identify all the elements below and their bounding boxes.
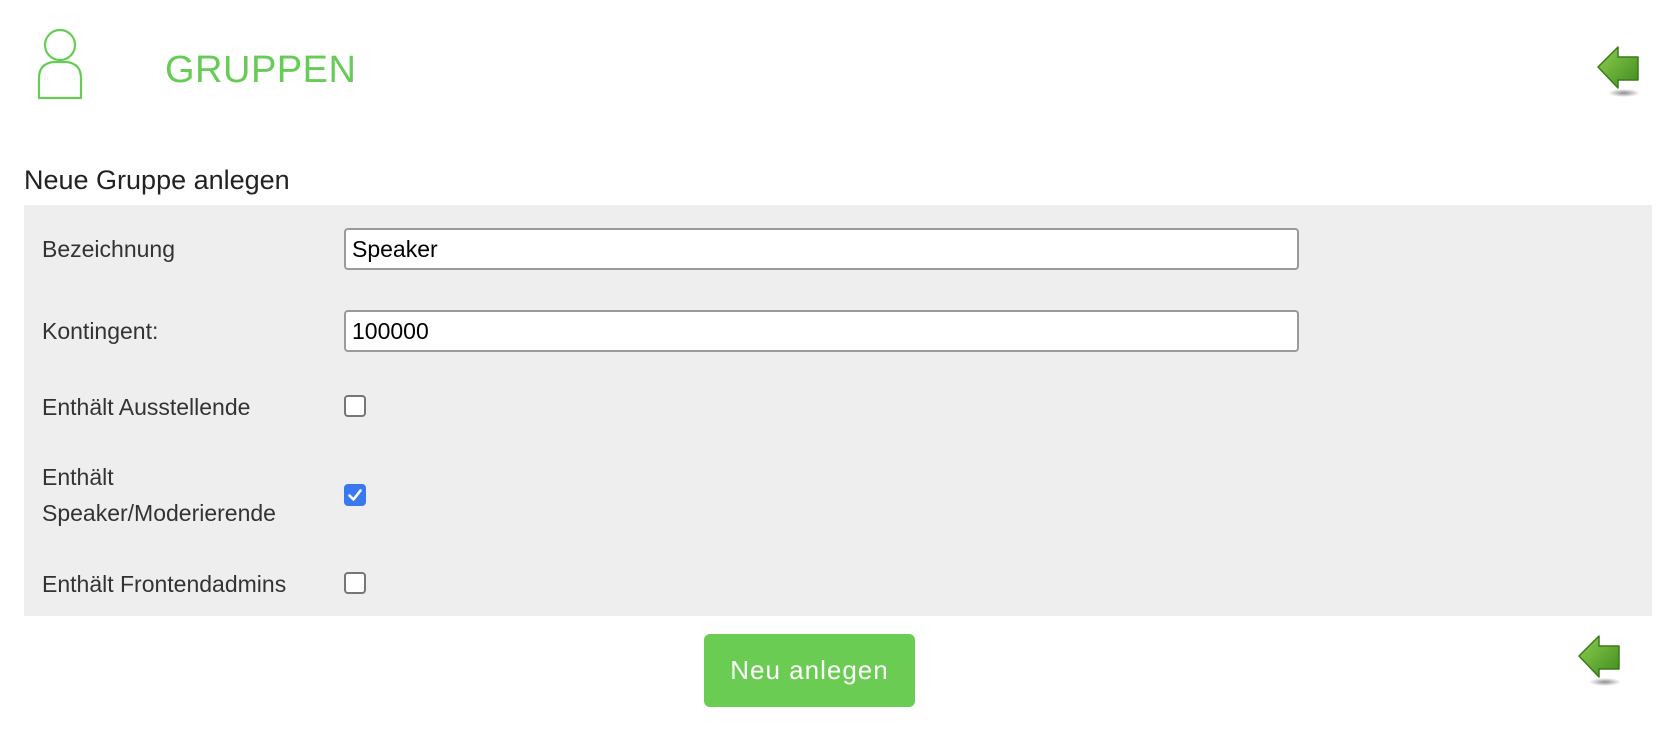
ausstellende-checkbox[interactable]	[344, 395, 366, 417]
form-title: Neue Gruppe anlegen	[24, 165, 290, 195]
bezeichnung-label: Bezeichnung	[42, 236, 175, 262]
speaker-label: Enthält Speaker/Moderierende	[42, 459, 302, 531]
frontendadmins-label: Enthält Frontendadmins	[42, 571, 287, 597]
frontendadmins-checkbox[interactable]	[344, 572, 366, 594]
kontingent-label: Kontingent:	[42, 318, 159, 344]
speaker-label-line1: Enthält	[42, 464, 114, 490]
bezeichnung-input[interactable]	[344, 228, 1299, 270]
back-arrow-icon[interactable]	[1596, 44, 1642, 98]
page-header: GRUPPEN	[37, 28, 356, 100]
ausstellende-label: Enthält Ausstellende	[42, 394, 251, 420]
speaker-label-line2: Speaker/Moderierende	[42, 500, 276, 526]
user-icon	[37, 28, 83, 100]
back-arrow-icon[interactable]	[1577, 633, 1623, 687]
speaker-checkbox[interactable]	[344, 484, 366, 506]
page: GRUPPEN Neue Gruppe anlegen Bezeichnung …	[0, 0, 1680, 753]
checkmark-icon	[348, 489, 362, 501]
kontingent-input[interactable]	[344, 310, 1299, 352]
group-form: Bezeichnung Kontingent: Enthält Ausstell…	[24, 205, 1652, 616]
page-title: GRUPPEN	[165, 49, 357, 91]
neu-anlegen-button[interactable]: Neu anlegen	[704, 634, 915, 707]
